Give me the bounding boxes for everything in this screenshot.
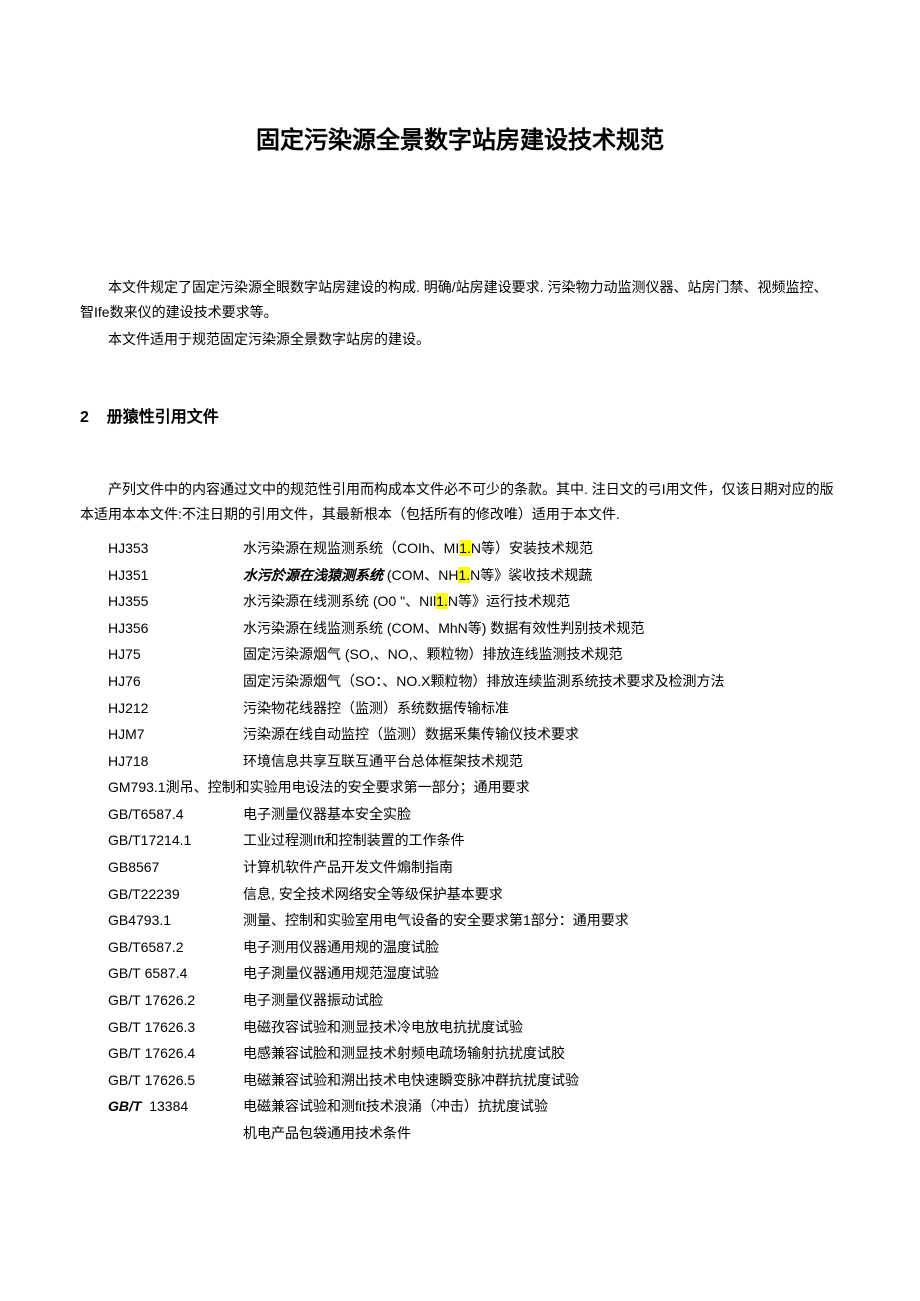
ref-row: HJ355 水污染源在线测系统 (O0 "、NIl1.N等》运行技术规范 [80,588,840,615]
ref-row: HJM7 污染源在线自动监控（监测）数据釆集传输仪技术要求 [80,721,840,748]
ref-desc: 测量、控制和实验室用电气设备的安全要求第1部分：通用要求 [243,907,840,934]
ref-row: GB/T17214.1 工业过程测Ift和控制装置的工作条件 [80,827,840,854]
ref-desc: 信息, 安全技术网络安全等级保护基本要求 [243,881,840,908]
ref-desc: 工业过程测Ift和控制装置的工作条件 [243,827,840,854]
highlight-text: 1. [459,540,471,556]
ref-code: HJ212 [80,695,243,722]
ref-desc: 电感兼容试脸和测显技术射频电疏场输射抗扰度试胶 [243,1040,840,1067]
ref-row: HJ351 水污於源在浅猿测系统 (COM、NH1.N等》裟收技术规蔬 [80,562,840,589]
ref-code: GB/T 6587.4 [80,960,243,987]
ref-row: GB/T 17626.3 电磁孜容试验和测显技术冷电放电抗扰度试验 [80,1014,840,1041]
ref-desc: 污染源在线自动监控（监测）数据釆集传输仪技术要求 [243,721,840,748]
ref-row-inline: GM793.1測吊、控制和实验用电设法的安全要求第一部分；通用要求 [80,774,840,801]
ref-row: HJ353 水污染源在规监测系统（COIh、MI1.N等）安装技术规范 [80,535,840,562]
ref-row: GB/T 13384 电磁兼容试验和测fit技术浪涌（冲击）抗扰度试验 [80,1093,840,1120]
ref-desc: 水污染源在线监测系统 (COM、MhN等) 数据有效性判别技术规范 [243,615,840,642]
ref-code: GB8567 [80,854,243,881]
ref-desc: 固定污染源烟气 (SO,、NO,、颗粒物）排放连线监测技术规范 [243,641,840,668]
ref-code: HJ355 [80,588,243,615]
ref-row: GB/T22239 信息, 安全技术网络安全等级保护基本要求 [80,881,840,908]
ref-row: HJ76 固定污染源烟气（SO：、NO.X颗粒物）排放连续监測系统技术要求及检測… [80,668,840,695]
ref-row: GB/T6587.2 电子测用仪器通用规的温度试脸 [80,934,840,961]
ref-code: GB/T 17626.5 [80,1067,243,1094]
ref-row: GB/T 6587.4 电子測量仪器通用规范湿度试验 [80,960,840,987]
ref-desc: 电子測量仪器通用规范湿度试验 [243,960,840,987]
ref-row: GB/T 17626.4 电感兼容试脸和测显技术射频电疏场输射抗扰度试胶 [80,1040,840,1067]
ref-desc: 机电产品包袋通用技术条件 [243,1120,840,1147]
ref-code: HJ76 [80,668,243,695]
ref-desc: 水污染源在线测系统 (O0 "、NIl1.N等》运行技术规范 [243,588,840,615]
ref-row: 机电产品包袋通用技术条件 [80,1120,840,1147]
section-number: 2 [80,409,89,426]
ref-code: HJ356 [80,615,243,642]
ref-desc: 电子测用仪器通用规的温度试脸 [243,934,840,961]
ref-code: HJ351 [80,562,243,589]
ref-row: HJ212 污染物花线器控（监测）系统数据传输标准 [80,695,840,722]
ref-code [80,1120,243,1147]
ref-code: HJ718 [80,748,243,775]
ref-code: GB/T 17626.2 [80,987,243,1014]
ref-row: GB/T 17626.2 电子测量仪器振动试脸 [80,987,840,1014]
ref-row: GB4793.1 测量、控制和实验室用电气设备的安全要求第1部分：通用要求 [80,907,840,934]
ref-code: GB4793.1 [80,907,243,934]
ref-desc: 电子测量仪器基本安全实脸 [243,801,840,828]
ref-code: HJ75 [80,641,243,668]
section-2-lead: 产列文件中的内容通过文中的规范性引用而构成本文件必不可少的条款。其中. 注日文的… [80,477,840,527]
ref-desc: 固定污染源烟气（SO：、NO.X颗粒物）排放连续监測系统技术要求及检測方法 [243,668,840,695]
ref-row: HJ356 水污染源在线监测系统 (COM、MhN等) 数据有效性判别技术规范 [80,615,840,642]
ref-row: GB/T6587.4 电子测量仪器基本安全实脸 [80,801,840,828]
ref-desc: 水污染源在规监测系统（COIh、MI1.N等）安装技术规范 [243,535,840,562]
ref-code: GB/T17214.1 [80,827,243,854]
ref-desc: 污染物花线器控（监测）系统数据传输标准 [243,695,840,722]
ref-code: HJM7 [80,721,243,748]
intro-paragraph-1: 本文件规定了固定污染源全眼数字站房建设的构成. 明确/站房建设要求. 污染物力动… [80,275,840,325]
ref-desc: 电磁兼容试验和测fit技术浪涌（冲击）抗扰度试验 [243,1093,840,1120]
ref-row: GB/T 17626.5 电磁兼容试验和溯出技术电快速瞬变脉冲群抗扰度试验 [80,1067,840,1094]
ref-desc: 计算机软件产品开发文件煽制指南 [243,854,840,881]
ref-code: GB/T22239 [80,881,243,908]
highlight-text: 1. [436,593,448,609]
intro-paragraph-2: 本文件适用于规范固定污染源全景数字站房的建设。 [80,327,840,352]
section-heading: 册猿性引用文件 [107,409,219,426]
section-2-header: 2 册猿性引用文件 [80,403,840,427]
ref-desc: 电磁孜容试验和测显技术冷电放电抗扰度试验 [243,1014,840,1041]
ref-row: GB8567 计算机软件产品开发文件煽制指南 [80,854,840,881]
ref-code: GB/T 13384 [80,1093,243,1120]
ref-desc: 电子测量仪器振动试脸 [243,987,840,1014]
ref-code: GB/T 17626.4 [80,1040,243,1067]
ref-code: GB/T6587.2 [80,934,243,961]
page-title: 固定污染源全景数字站房建设技术规范 [80,120,840,155]
ref-row: HJ718 环境信息共享互联互通平台总体框架技术规范 [80,748,840,775]
document-page: 固定污染源全景数字站房建设技术规范 本文件规定了固定污染源全眼数字站房建设的构成… [0,0,920,1207]
ref-code: GB/T6587.4 [80,801,243,828]
ref-desc: 水污於源在浅猿测系统 (COM、NH1.N等》裟收技术规蔬 [243,562,840,589]
ref-row: HJ75 固定污染源烟气 (SO,、NO,、颗粒物）排放连线监测技术规范 [80,641,840,668]
reference-list-top: HJ353 水污染源在规监测系统（COIh、MI1.N等）安装技术规范 HJ35… [80,535,840,1147]
ref-desc: 环境信息共享互联互通平台总体框架技术规范 [243,748,840,775]
ref-code: HJ353 [80,535,243,562]
ref-code: GB/T 17626.3 [80,1014,243,1041]
highlight-text: 1. [458,567,470,583]
ref-desc: 电磁兼容试验和溯出技术电快速瞬变脉冲群抗扰度试验 [243,1067,840,1094]
